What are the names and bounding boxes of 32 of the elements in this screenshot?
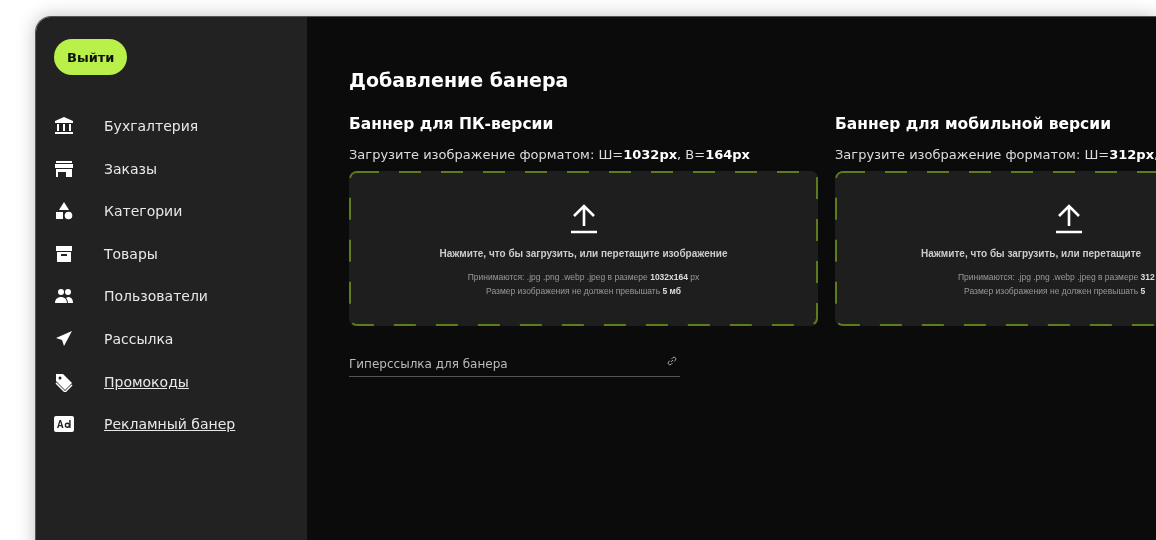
bank-icon — [54, 116, 74, 136]
section-title: Баннер для ПК-версии — [349, 115, 555, 133]
tag-icon — [54, 371, 74, 392]
upload-dropzone[interactable]: Нажмите, что бы загрузить, или перетащите изображение Принимаются: .jpg .png .webp .jpeg в размере 1032x164 px Размер изображения не должен превышать 5 мб — [349, 171, 818, 326]
sidebar-item[interactable]: Бухгалтерия — [104, 118, 199, 134]
link-field[interactable]: Гиперссылка для банера — [349, 357, 680, 377]
upload-icon — [1055, 204, 1083, 234]
link-icon — [666, 355, 678, 367]
format-hint: Загрузите изображение форматом: Ш=312px, — [835, 147, 1156, 162]
sidebar-item[interactable]: Категории — [104, 203, 183, 220]
upload-icon — [569, 204, 598, 234]
section-title: Баннер для мобильной версии — [835, 115, 1112, 133]
accepted-formats-text: Принимаются: .jpg .png .webp .jpeg в размере 312 — [958, 271, 1155, 284]
logout-button[interactable]: Выйти — [54, 39, 128, 75]
upload-prompt: Нажмите, что бы загрузить, или перетащите изображение — [439, 248, 728, 259]
store-icon — [54, 158, 74, 179]
sidebar-item[interactable]: Рекламный банер — [104, 416, 236, 433]
size-limit-text: Размер изображения не должен превышать 5 мб — [486, 285, 681, 298]
archive-box-icon — [54, 243, 74, 264]
accepted-formats-text: Принимаются: .jpg .png .webp .jpeg в размере 1032x164 px — [467, 271, 700, 284]
upload-prompt: Нажмите, что бы загрузить, или перетащите — [921, 248, 1142, 259]
page-title: Добавление банера — [349, 69, 570, 91]
shapes-icon — [54, 201, 74, 222]
format-hint: Загрузите изображение форматом: Ш=1032px, В=164px — [349, 147, 751, 162]
ad-icon — [54, 414, 74, 435]
size-limit-text: Размер изображения не должен превышать 5 — [964, 285, 1146, 298]
sidebar-item[interactable]: Пользователи — [104, 288, 208, 305]
upload-dropzone[interactable]: Нажмите, что бы загрузить, или перетащите Принимаются: .jpg .png .webp .jpeg в размере 312 Размер изображения не должен превышать 5 — [835, 171, 1156, 326]
sidebar-item[interactable]: Рассылка — [104, 330, 174, 347]
sidebar-item[interactable]: Товары — [104, 245, 158, 262]
sidebar-item[interactable]: Промокоды — [104, 373, 189, 390]
sidebar-item[interactable]: Заказы — [104, 160, 158, 177]
